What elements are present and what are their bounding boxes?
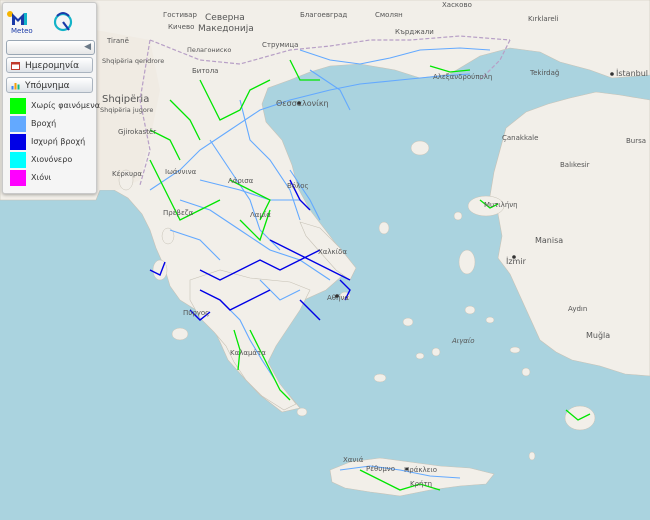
- label-smolyan: Смолян: [375, 11, 403, 19]
- legend-label: Ισχυρή βροχή: [31, 137, 86, 146]
- legend-item: Χωρίς φαινόμενα: [7, 98, 100, 116]
- label-mugla: Muğla: [586, 331, 610, 340]
- legend-swatch: [10, 152, 26, 168]
- label-rethymno: Ρέθυμνο: [366, 465, 395, 473]
- label-north-macedonia-2: Македонија: [198, 24, 254, 34]
- legend-button-label: Υπόμνημα: [25, 81, 70, 91]
- legend-item: Ισχυρή βροχή: [7, 134, 93, 152]
- label-shqiperia: Shqipëria: [102, 94, 149, 105]
- label-kerkyra: Κέρκυρα: [112, 170, 142, 178]
- label-volos: Βόλος: [287, 182, 309, 190]
- logo-area: Meteo: [3, 5, 96, 37]
- label-kardzhali: Кърджали: [395, 28, 434, 36]
- legend-label: Χιονόνερο: [31, 155, 73, 164]
- arrow-left-icon: ◀: [84, 42, 91, 52]
- label-haskovo: Хасково: [442, 1, 472, 9]
- date-button[interactable]: Ημερομηνία: [6, 57, 93, 73]
- label-shqiperia-jugore: Shqipëria jugore: [100, 106, 153, 114]
- legend-item: Χιονόνερο: [7, 152, 93, 170]
- legend-swatch: [10, 116, 26, 132]
- label-gostivar: Гостивар: [163, 11, 197, 19]
- legend-item: Χιόνι: [7, 170, 93, 188]
- legend-button[interactable]: Υπόμνημα: [6, 77, 93, 93]
- label-irakleio: Ηράκλειο: [404, 466, 437, 474]
- weather-map[interactable]: Гостивар Кичево Северна Македонија Благо…: [0, 0, 650, 520]
- label-bursa: Bursa: [626, 137, 646, 145]
- label-north-macedonia-1: Северна: [205, 13, 245, 23]
- label-aigaio: Αιγαίο: [451, 337, 475, 345]
- label-chania: Χανιά: [343, 456, 364, 464]
- label-preveza: Πρέβεζα: [163, 209, 194, 217]
- legend: Χωρίς φαινόμενα Βροχή Ισχυρή βροχή Χιονό…: [7, 98, 100, 188]
- label-kriti: Κρήτη: [410, 480, 432, 488]
- legend-icon: [11, 83, 20, 90]
- label-kirklareli: Kırklareli: [528, 15, 559, 23]
- label-kichevo: Кичево: [168, 23, 194, 31]
- date-button-label: Ημερομηνία: [25, 61, 80, 71]
- label-pelagonia: Пелагониско: [187, 46, 231, 54]
- legend-item: Βροχή: [7, 116, 93, 134]
- label-lamia: Λαμία: [250, 211, 271, 219]
- label-larisa: Λάρισα: [228, 177, 254, 185]
- label-aydin: Aydın: [568, 305, 587, 313]
- label-bitola: Битола: [192, 67, 218, 75]
- label-balikesir: Balıkesir: [560, 161, 590, 169]
- legend-swatch: [10, 134, 26, 150]
- calendar-icon: [11, 62, 20, 70]
- label-blagoevgrad: Благоевград: [300, 11, 347, 19]
- label-kalamata: Καλαμάτα: [230, 349, 266, 357]
- label-istanbul: İstanbul: [616, 68, 648, 78]
- legend-swatch: [10, 170, 26, 186]
- label-thessaloniki: Θεσσαλονίκη: [276, 99, 329, 108]
- label-shqiperia-qendrore: Shqipëria qendrore: [102, 57, 164, 65]
- legend-label: Χιόνι: [31, 173, 52, 182]
- collapse-panel-button[interactable]: ◀: [6, 40, 95, 55]
- label-manisa: Manisa: [535, 236, 563, 245]
- label-pyrgos: Πύργος: [183, 309, 209, 317]
- label-tekirdag: Tekirdağ: [529, 69, 559, 77]
- label-mytilini: Μυτιλήνη: [484, 201, 518, 209]
- control-panel: Meteo ◀ Ημερομηνία Υπόμνημα Χωρίς φαινόμ…: [2, 2, 100, 194]
- label-tirane: Tiranë: [106, 37, 129, 45]
- label-chalkida: Χαλκίδα: [318, 248, 347, 256]
- label-ioannina: Ιωάννινα: [165, 168, 197, 176]
- legend-swatch: [10, 98, 26, 114]
- label-izmir: İzmir: [506, 256, 527, 266]
- legend-label: Χωρίς φαινόμενα: [31, 101, 100, 110]
- logo-text: Meteo: [11, 27, 33, 35]
- label-strumica: Струмица: [262, 41, 298, 49]
- label-gjirokaster: Gjirokastër: [118, 128, 156, 136]
- label-alexandroupoli: Αλεξανδρούπολη: [433, 73, 492, 81]
- legend-label: Βροχή: [31, 119, 57, 128]
- label-canakkale: Çanakkale: [502, 134, 538, 142]
